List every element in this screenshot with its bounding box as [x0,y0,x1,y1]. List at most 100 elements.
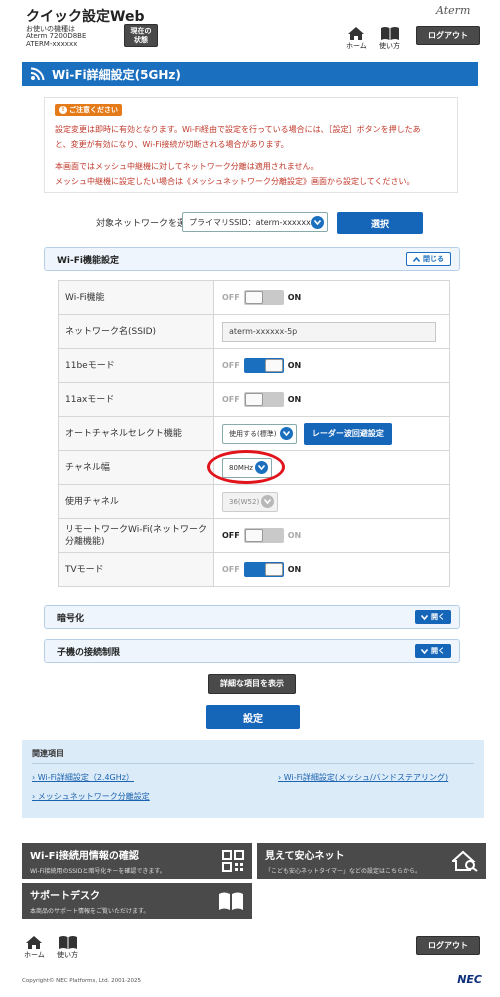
notice-line1: 設定変更は即時に有効となります。Wi-Fi経由で設定を行っている場合には、［設定… [55,125,421,134]
copyright: Copyright© NEC Platforms, Ltd. 2001-2025 [22,978,142,984]
wifi-function-switch[interactable]: OFF ON [222,290,301,305]
table-row: 11beモード OFF ON [58,348,450,383]
logout-button[interactable]: ログアウト [416,26,480,45]
house-search-icon [452,850,478,872]
row-label: 11beモード [58,348,214,383]
chevron-down-icon [421,648,428,654]
wifi-section-title: Wi-Fi機能設定 [57,255,119,266]
footer-home-link[interactable]: ホーム [24,935,45,960]
expand-label: 開く [431,647,445,655]
related-title: 関連項目 [32,748,474,764]
footer-help-label: 使い方 [57,951,78,959]
tile-subtitle: 本商品のサポート情報をご覧いただけます。 [30,908,150,915]
table-row: TVモード OFF ON [58,552,450,587]
row-label: TVモード [58,552,214,587]
table-row: 11axモード OFF ON [58,382,450,417]
related-links-panel: 関連項目 › Wi-Fi詳細設定（2.4GHz） › Wi-Fi詳細設定(メッシ… [22,740,484,818]
footer-help-link[interactable]: 使い方 [57,935,78,960]
table-row: オートチャネルセレクト機能 使用する(標準) レーダー波回避設定 [58,416,450,451]
table-row: ネットワーク名(SSID) aterm-xxxxxx-5p [58,314,450,349]
show-detail-button[interactable]: 詳細な項目を表示 [208,674,296,694]
status-button[interactable]: 現在の 状態 [124,24,158,47]
tile-safe-net[interactable]: 見えて安心ネット「こども安心ネットタイマー」などの設定はこちらから。 [257,843,486,879]
collapse-label: 閉じる [423,255,444,263]
row-label: 11axモード [58,382,214,417]
network-select-label: 対象ネットワークを選択 [96,219,196,229]
help-label: 使い方 [379,42,400,50]
wifi-icon [30,67,45,81]
tile-title: 見えて安心ネット [265,851,345,862]
notice-box: ! ご注意ください 設定変更は即時に有効となります。Wi-Fi経由で設定を行って… [44,97,458,193]
row-label: Wi-Fi機能 [58,280,214,315]
11ax-mode-switch[interactable]: OFF ON [222,392,301,407]
device-name: ATERM-xxxxxx [26,40,78,48]
expand-button[interactable]: 開く [415,644,451,658]
app-title: クイック設定Web [26,9,145,25]
collapse-button[interactable]: 閉じる [406,252,451,266]
chevron-down-icon [261,495,274,508]
nec-logo: NEC [457,973,482,986]
book-icon [58,936,77,949]
save-button[interactable]: 設定 [206,705,300,729]
table-row: 使用チャネル 36(W52) [58,484,450,519]
brand-logo: Aterm [436,4,471,17]
tile-subtitle: 「こども安心ネットタイマー」などの設定はこちらから。 [265,868,422,875]
book-icon [219,892,243,910]
page-title-bar: Wi-Fi詳細設定(5GHz) [22,62,478,86]
channel-select: 36(W52) [222,491,278,512]
chevron-down-icon [311,215,324,229]
select-network-button[interactable]: 選択 [337,212,423,234]
auto-channel-select[interactable]: 使用する(標準) [222,423,297,444]
home-link[interactable]: ホーム [346,26,367,51]
row-label: オートチャネルセレクト機能 [58,416,214,451]
row-label: 使用チャネル [58,484,214,519]
wifi-section-header[interactable]: Wi-Fi機能設定 閉じる [44,247,460,271]
notice-line4: メッシュ中継機に設定したい場合は《メッシュネットワーク分離設定》画面から設定して… [55,177,415,186]
row-label: チャネル幅 [58,450,214,485]
client-limit-section-title: 子機の接続制限 [57,647,121,658]
ssid-input[interactable]: aterm-xxxxxx-5p [222,321,436,342]
chevron-up-icon [413,256,420,262]
wifi-settings-table: Wi-Fi機能 OFF ON ネットワーク名(SSID) aterm-xxxxxx… [58,280,450,587]
notice-line3: 本画面ではメッシュ中継機に対してネットワーク分離は適用されません。 [55,162,319,171]
tile-wifi-info[interactable]: Wi-Fi接続用情報の確認 Wi-Fi接続用のSSIDと暗号化キーを確認できます。 [22,843,252,879]
expand-label: 開く [431,613,445,621]
tile-title: サポートデスク [30,891,100,902]
row-label: リモートワークWi-Fi(ネットワーク分離機能) [58,518,214,553]
network-select[interactable]: プライマリSSID：aterm-xxxxxx-5p [182,212,328,232]
warning-icon: ! [59,106,67,114]
radar-avoidance-button[interactable]: レーダー波回避設定 [303,422,392,445]
network-select-value: プライマリSSID：aterm-xxxxxx-5p [189,217,311,227]
book-icon [380,27,399,40]
footer-home-label: ホーム [24,951,45,959]
help-link[interactable]: 使い方 [379,26,400,51]
row-label: ネットワーク名(SSID) [58,314,214,349]
11be-mode-switch[interactable]: OFF ON [222,358,301,373]
highlight-circle [207,450,285,484]
home-icon [348,27,365,40]
encryption-section-title: 暗号化 [57,613,85,624]
notice-line2: と、変更が有効になり、Wi-Fi接続が切断される場合があります。 [55,140,289,149]
link-mesh-network-isolation[interactable]: › メッシュネットワーク分離設定 [32,791,150,802]
qr-code-icon [222,850,244,872]
table-row: Wi-Fi機能 OFF ON [58,280,450,315]
expand-button[interactable]: 開く [415,610,451,624]
tile-subtitle: Wi-Fi接続用のSSIDと暗号化キーを確認できます。 [30,868,166,875]
channel-value: 36(W52) [229,497,260,506]
home-label: ホーム [346,42,367,50]
chevron-down-icon [280,427,293,440]
table-row: リモートワークWi-Fi(ネットワーク分離機能) OFF ON [58,518,450,553]
link-wifi-2-4ghz[interactable]: › Wi-Fi詳細設定（2.4GHz） [32,772,134,783]
encryption-section-header[interactable]: 暗号化 開く [44,605,460,629]
remote-work-wifi-switch[interactable]: OFF ON [222,528,301,543]
client-limit-section-header[interactable]: 子機の接続制限 開く [44,639,460,663]
chevron-down-icon [421,614,428,620]
tile-support-desk[interactable]: サポートデスク本商品のサポート情報をご覧いただけます。 [22,883,252,919]
notice-badge: ! ご注意ください [55,104,122,116]
link-wifi-mesh[interactable]: › Wi-Fi詳細設定(メッシュ/バンドステアリング) [278,772,448,783]
tv-mode-switch[interactable]: OFF ON [222,562,301,577]
footer-logout-button[interactable]: ログアウト [416,936,480,955]
home-icon [26,936,43,949]
notice-badge-label: ご注意ください [69,106,118,114]
device-model: Aterm 7200D8BE [26,32,87,40]
